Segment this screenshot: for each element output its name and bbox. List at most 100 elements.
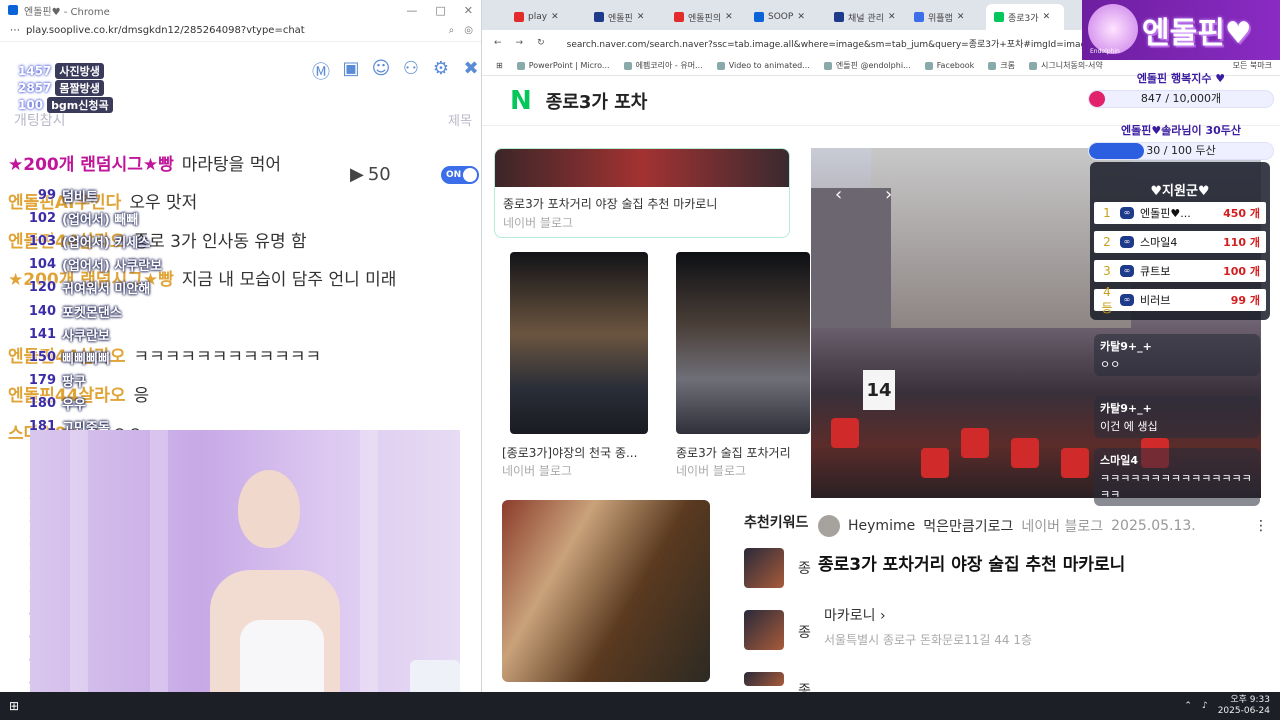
goal-title: 엔돌핀 행복지수 ♥: [1136, 72, 1226, 85]
overlay-chat-bubble: 스마일4 ㅋㅋㅋㅋㅋㅋㅋㅋㅋㅋㅋㅋㅋㅋㅋㅋㅋ: [1094, 448, 1260, 506]
author-name[interactable]: Heymime: [848, 518, 915, 534]
bookmark-item[interactable]: 크롬: [988, 60, 1015, 71]
volume-icon[interactable]: ♪: [1202, 701, 1208, 711]
browser-tab[interactable]: 종로3가 ✕: [986, 4, 1064, 30]
window-titlebar: 엔돌핀♥ - Chrome — □ ✕: [0, 0, 481, 20]
table-sign: 14: [863, 370, 895, 410]
bookmark-item[interactable]: Facebook: [924, 61, 974, 70]
thumb-source: 네이버 블로그: [676, 464, 747, 478]
network-icon[interactable]: ⌃: [1184, 701, 1192, 711]
place-address: 서울특별시 종로구 돈화문로11길 44 1층: [824, 633, 1032, 647]
reload-icon[interactable]: ↻: [537, 38, 545, 48]
song-rank-title: 덤비트: [62, 190, 98, 206]
browser-tab[interactable]: 엔돌핀의 ✕: [666, 4, 744, 30]
browser-tab[interactable]: 채널 관리 ✕: [826, 4, 904, 30]
tab-close-icon[interactable]: ✕: [725, 12, 733, 22]
close-icon[interactable]: ✕: [464, 4, 473, 17]
song-rank-number: 140: [28, 303, 56, 319]
soop-badge-icon: ∞: [1120, 294, 1134, 306]
naver-logo[interactable]: N: [510, 86, 532, 116]
more-icon[interactable]: ⋮: [1254, 518, 1280, 534]
related-thumb[interactable]: [744, 548, 784, 588]
back-icon[interactable]: ←: [494, 38, 502, 48]
browser-tab[interactable]: play ✕: [506, 4, 584, 30]
forward-icon[interactable]: →: [516, 38, 524, 48]
song-rank-title: 삐삐삐삐: [62, 351, 110, 367]
users-icon[interactable]: ⚇: [400, 58, 422, 84]
maximize-icon[interactable]: □: [435, 4, 445, 17]
tab-close-icon[interactable]: ✕: [888, 12, 896, 22]
chat-nickname[interactable]: ★200개 랜덤시그★빵: [8, 150, 174, 175]
site-info-icon[interactable]: ⋯: [10, 25, 20, 36]
song-rank-number: 141: [28, 326, 56, 342]
song-rank-number: 150: [28, 349, 56, 365]
ranking-medal: 2: [1103, 235, 1111, 249]
result-caption[interactable]: 종로3가 포차거리 야장 술집 추천 마카로니: [495, 187, 789, 212]
minimize-icon[interactable]: —: [406, 4, 417, 17]
tab-favicon-icon: [834, 12, 844, 22]
result-image[interactable]: [495, 149, 789, 187]
gear-icon[interactable]: ⚙: [430, 58, 452, 84]
apps-icon[interactable]: ⊞: [496, 61, 503, 70]
url-text[interactable]: play.sooplive.co.kr/dmsgkdn12/285264098?…: [26, 25, 305, 36]
food-image[interactable]: [502, 500, 710, 682]
bookmark-item[interactable]: 에펨코리아 - 유머...: [623, 60, 703, 71]
url-text[interactable]: search.naver.com/search.naver?ssc=tab.im…: [567, 37, 1097, 50]
browser-tab[interactable]: SOOP ✕: [746, 4, 824, 30]
image-result-card[interactable]: 종로3가 포차거리 야장 술집 추천 마카로니 네이버 블로그: [494, 148, 790, 238]
tools-icon[interactable]: ✖: [460, 58, 481, 84]
related-keyword[interactable]: 종: [798, 558, 811, 578]
image-thumbnail[interactable]: [510, 252, 648, 434]
logo-emblem: [1088, 4, 1138, 54]
bookmark-item[interactable]: PowerPoint | Micro...: [516, 61, 610, 70]
sticker-icon[interactable]: ▣: [340, 58, 362, 84]
bookmark-item[interactable]: Video to animated...: [716, 61, 810, 70]
bookmark-favicon-icon: [716, 61, 725, 70]
thumb-caption[interactable]: 종로3가 술집 포차거리: [676, 444, 791, 461]
zoom-icon[interactable]: ⌕: [449, 25, 455, 36]
tab-close-icon[interactable]: ✕: [551, 12, 559, 22]
soop-badge-icon: ∞: [1120, 207, 1134, 219]
streamer-figure: [200, 462, 340, 692]
related-thumb[interactable]: [744, 610, 784, 650]
blog-name[interactable]: 먹은만큼기로그: [923, 516, 1013, 536]
hide-icon[interactable]: ◎: [464, 25, 473, 36]
tab-label: 엔돌핀의: [688, 13, 722, 24]
tab-close-icon[interactable]: ✕: [637, 12, 645, 22]
image-thumbnail[interactable]: [676, 252, 810, 434]
bookmark-label: 크롬: [1000, 61, 1016, 70]
bookmark-item[interactable]: 엔돌핀 @endolphi...: [823, 60, 911, 71]
ranking-name: 엔돌핀♥...: [1140, 207, 1191, 220]
emoticon-icon[interactable]: ☺: [370, 58, 392, 84]
m-icon[interactable]: Ⓜ: [310, 58, 332, 84]
tab-label: 엔돌핀: [608, 13, 633, 24]
tab-favicon-icon: [754, 12, 764, 22]
related-keyword[interactable]: 종: [798, 622, 811, 642]
prev-arrow-icon[interactable]: ‹: [835, 184, 842, 205]
clock[interactable]: 오후 9:33 2025-06-24: [1218, 695, 1270, 717]
related-thumb[interactable]: [744, 672, 784, 686]
webcam-feed: [30, 430, 460, 692]
search-query[interactable]: 종로3가 포차: [546, 88, 648, 114]
related-keyword[interactable]: 종: [798, 680, 811, 692]
song-rank-number: 102: [28, 211, 56, 227]
place-link[interactable]: 마카로니 ›: [818, 605, 1280, 625]
tab-close-icon[interactable]: ✕: [957, 12, 965, 22]
browser-tab[interactable]: 위플랩 ✕: [906, 4, 984, 30]
ranking-count: 110 개: [1223, 236, 1260, 249]
browser-tab[interactable]: 엔돌핀 ✕: [586, 4, 664, 30]
ranking-medal: 3: [1103, 264, 1111, 278]
ranking-name: 스마일4: [1140, 236, 1178, 249]
thumb-caption[interactable]: [종로3가]야장의 천국 종...: [502, 444, 637, 461]
windows-start-icon[interactable]: ⊞: [0, 692, 28, 720]
song-rank-row: 141 사쿠란보: [26, 323, 186, 346]
soop-badge-icon: ∞: [1120, 265, 1134, 277]
tab-close-icon[interactable]: ✕: [1043, 12, 1051, 22]
song-rank-title: (업어서) 사쿠란보: [62, 259, 163, 275]
address-bar[interactable]: ⋯ play.sooplive.co.kr/dmsgkdn12/28526409…: [0, 20, 481, 42]
detail-title[interactable]: 종로3가 포차거리 야장 술집 추천 마카로니: [818, 550, 1280, 575]
next-arrow-icon[interactable]: ›: [885, 184, 892, 205]
related-keywords-title: 추천키워드: [744, 515, 809, 531]
avatar[interactable]: [818, 515, 840, 537]
tab-close-icon[interactable]: ✕: [797, 12, 805, 22]
